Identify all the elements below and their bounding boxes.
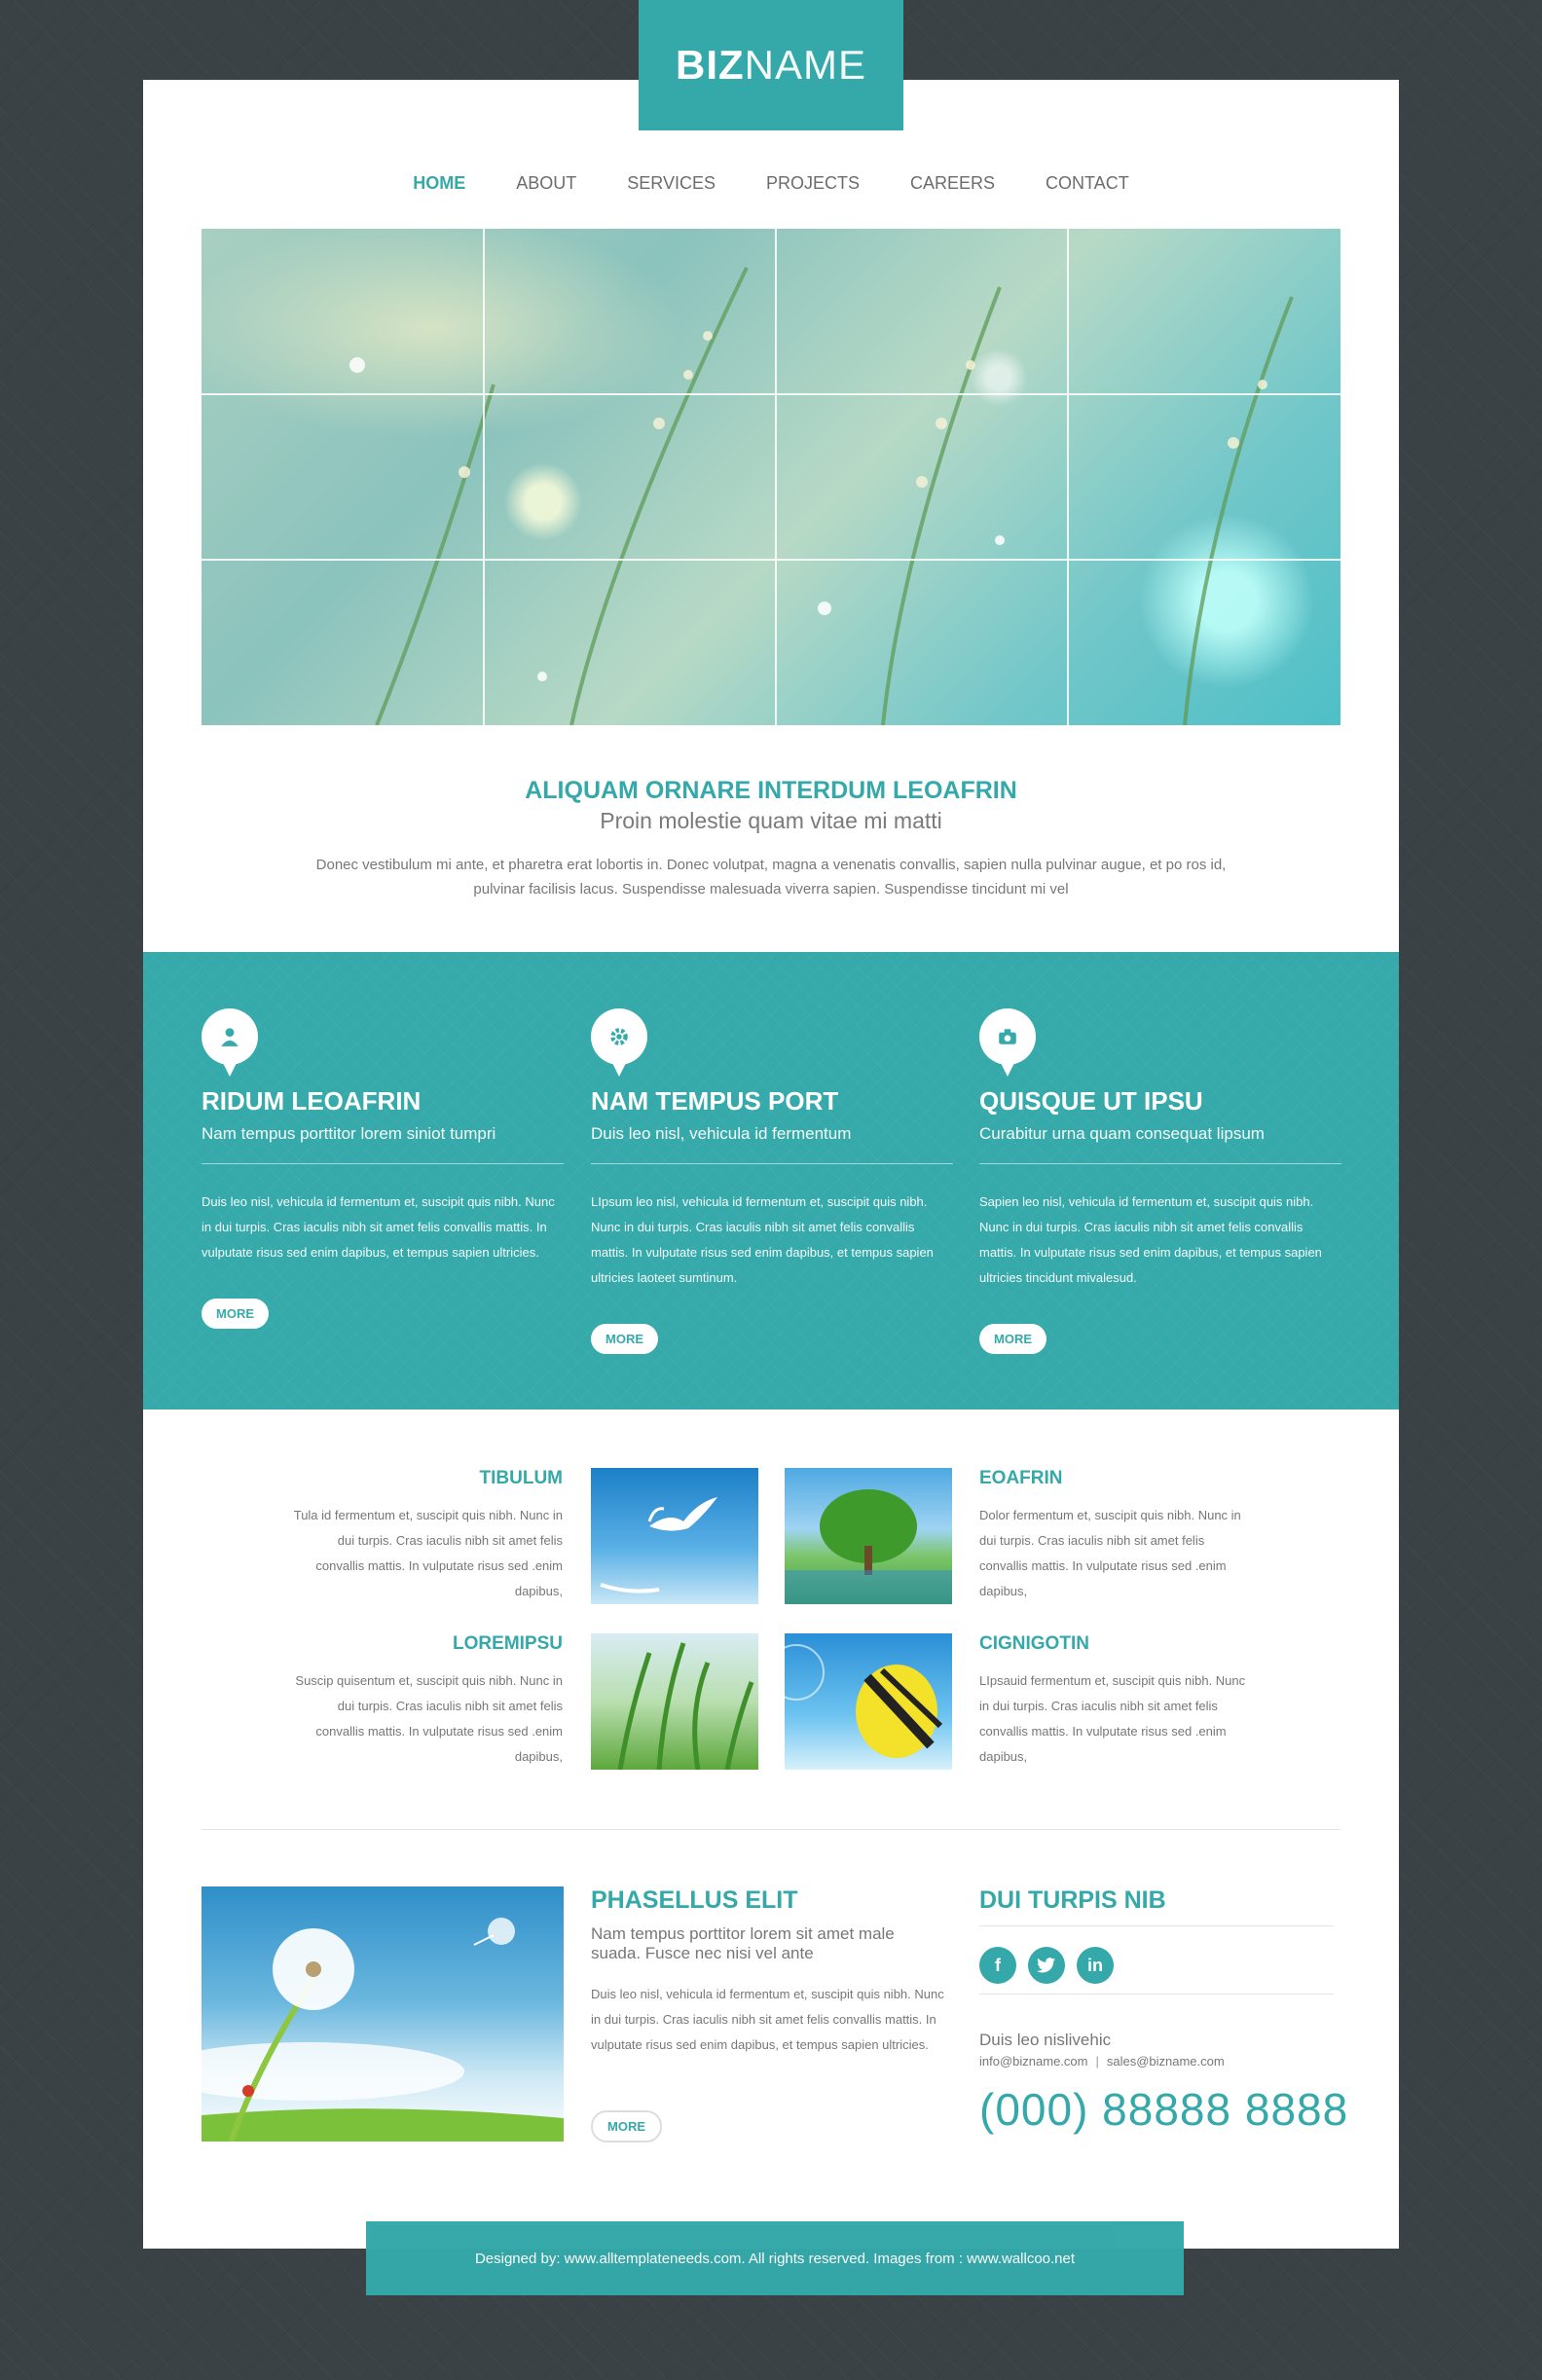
gallery-text: Tula id fermentum et, suscipit quis nibh…	[293, 1508, 563, 1598]
gallery-title[interactable]: EOAFRIN	[979, 1468, 1252, 1489]
twitter-icon[interactable]	[1028, 1947, 1065, 1984]
feature-title: RIDUM LEOAFRIN	[202, 1086, 422, 1116]
contact-emails: info@bizname.com | sales@bizname.com	[979, 2054, 1225, 2069]
more-button[interactable]: MORE	[591, 1324, 658, 1354]
gallery-item: TIBULUM Tula id fermentum et, suscipit q…	[292, 1468, 563, 1604]
intro-subtitle: Proin molestie quam vitae mi matti	[600, 808, 942, 833]
hero-image	[202, 229, 1340, 725]
intro-text: Donec vestibulum mi ante, et pharetra er…	[315, 857, 1227, 897]
feature-title: QUISQUE UT IPSU	[979, 1086, 1203, 1116]
feature-divider	[591, 1163, 953, 1164]
gallery-item: LOREMIPSU Suscip quisentum et, suscipit …	[292, 1633, 563, 1770]
email-info-link[interactable]: info@bizname.com	[979, 2054, 1087, 2069]
contact-divider	[979, 1925, 1334, 1926]
gallery-text: LIpsauid fermentum et, suscipit quis nib…	[979, 1673, 1246, 1764]
phasellus-subtitle: Nam tempus porttitor lorem sit amet male…	[591, 1924, 895, 1962]
email-sales-link[interactable]: sales@bizname.com	[1107, 2054, 1225, 2069]
feature-card: NAM TEMPUS PORT Duis leo nisl, vehicula …	[591, 1008, 953, 1354]
contact-title: DUI TURPIS NIB	[979, 1886, 1166, 1914]
feature-text: LIpsum leo nisl, vehicula id fermentum e…	[591, 1194, 934, 1285]
gallery-item: EOAFRIN Dolor fermentum et, suscipit qui…	[979, 1468, 1252, 1604]
dandelion-image	[202, 1886, 564, 2142]
gallery-item: CIGNIGOTIN LIpsauid fermentum et, suscip…	[979, 1633, 1252, 1770]
contact-divider	[979, 1994, 1334, 1995]
seagull-thumbnail[interactable]	[591, 1468, 758, 1604]
footer-bar: Designed by: www.alltemplateneeds.com. A…	[366, 2221, 1184, 2295]
feature-title: NAM TEMPUS PORT	[591, 1086, 839, 1116]
feature-subtitle: Nam tempus porttitor lorem siniot tumpri	[202, 1124, 496, 1143]
camera-icon	[979, 1008, 1036, 1077]
footer-text: Designed by: www.alltemplateneeds.com. A…	[474, 2250, 1076, 2267]
hero-artwork	[202, 229, 1340, 725]
feature-divider	[202, 1163, 564, 1164]
feature-subtitle: Curabitur urna quam consequat lipsum	[979, 1124, 1265, 1143]
gallery-title[interactable]: CIGNIGOTIN	[979, 1633, 1252, 1655]
intro-title: ALIQUAM ORNARE INTERDUM LEOAFRIN	[525, 777, 1017, 804]
section-divider	[202, 1829, 1340, 1830]
brand-bold: BIZ	[675, 42, 745, 88]
feature-text: Duis leo nisl, vehicula id fermentum et,…	[202, 1194, 555, 1260]
contact-name: Duis leo nislivehic	[979, 2031, 1112, 2049]
main-nav: HOME ABOUT SERVICES PROJECTS CAREERS CON…	[143, 173, 1399, 194]
brand-light: NAME	[744, 42, 866, 88]
tree-thumbnail[interactable]	[785, 1468, 952, 1604]
feature-subtitle: Duis leo nisl, vehicula id fermentum	[591, 1124, 852, 1143]
feature-card: RIDUM LEOAFRIN Nam tempus porttitor lore…	[202, 1008, 564, 1329]
more-button[interactable]: MORE	[979, 1324, 1046, 1354]
nav-projects[interactable]: PROJECTS	[766, 173, 860, 194]
feature-divider	[979, 1163, 1341, 1164]
feature-card: QUISQUE UT IPSU Curabitur urna quam cons…	[979, 1008, 1341, 1354]
nav-home[interactable]: HOME	[413, 173, 465, 194]
more-button[interactable]: MORE	[591, 2110, 662, 2142]
gallery-title[interactable]: LOREMIPSU	[292, 1633, 563, 1655]
gallery-text: Suscip quisentum et, suscipit quis nibh.…	[295, 1673, 563, 1764]
phasellus-title: PHASELLUS ELIT	[591, 1886, 798, 1914]
nav-careers[interactable]: CAREERS	[910, 173, 995, 194]
email-separator: |	[1095, 2054, 1099, 2069]
more-button[interactable]: MORE	[202, 1299, 269, 1329]
feature-text: Sapien leo nisl, vehicula id fermentum e…	[979, 1194, 1322, 1285]
gallery-title[interactable]: TIBULUM	[292, 1468, 563, 1489]
social-links: f in	[979, 1947, 1114, 1984]
nav-about[interactable]: ABOUT	[516, 173, 576, 194]
gear-icon	[591, 1008, 647, 1077]
nav-services[interactable]: SERVICES	[627, 173, 716, 194]
facebook-icon[interactable]: f	[979, 1947, 1016, 1984]
phone-number: (000) 88888 8888	[979, 2084, 1349, 2135]
user-icon	[202, 1008, 258, 1077]
fish-thumbnail[interactable]	[785, 1633, 952, 1770]
brand-logo[interactable]: BIZ NAME	[639, 0, 903, 130]
nav-contact[interactable]: CONTACT	[1046, 173, 1129, 194]
phasellus-text: Duis leo nisl, vehicula id fermentum et,…	[591, 1987, 944, 2052]
grass-thumbnail[interactable]	[591, 1633, 758, 1770]
gallery-text: Dolor fermentum et, suscipit quis nibh. …	[979, 1508, 1241, 1598]
linkedin-icon[interactable]: in	[1077, 1947, 1114, 1984]
